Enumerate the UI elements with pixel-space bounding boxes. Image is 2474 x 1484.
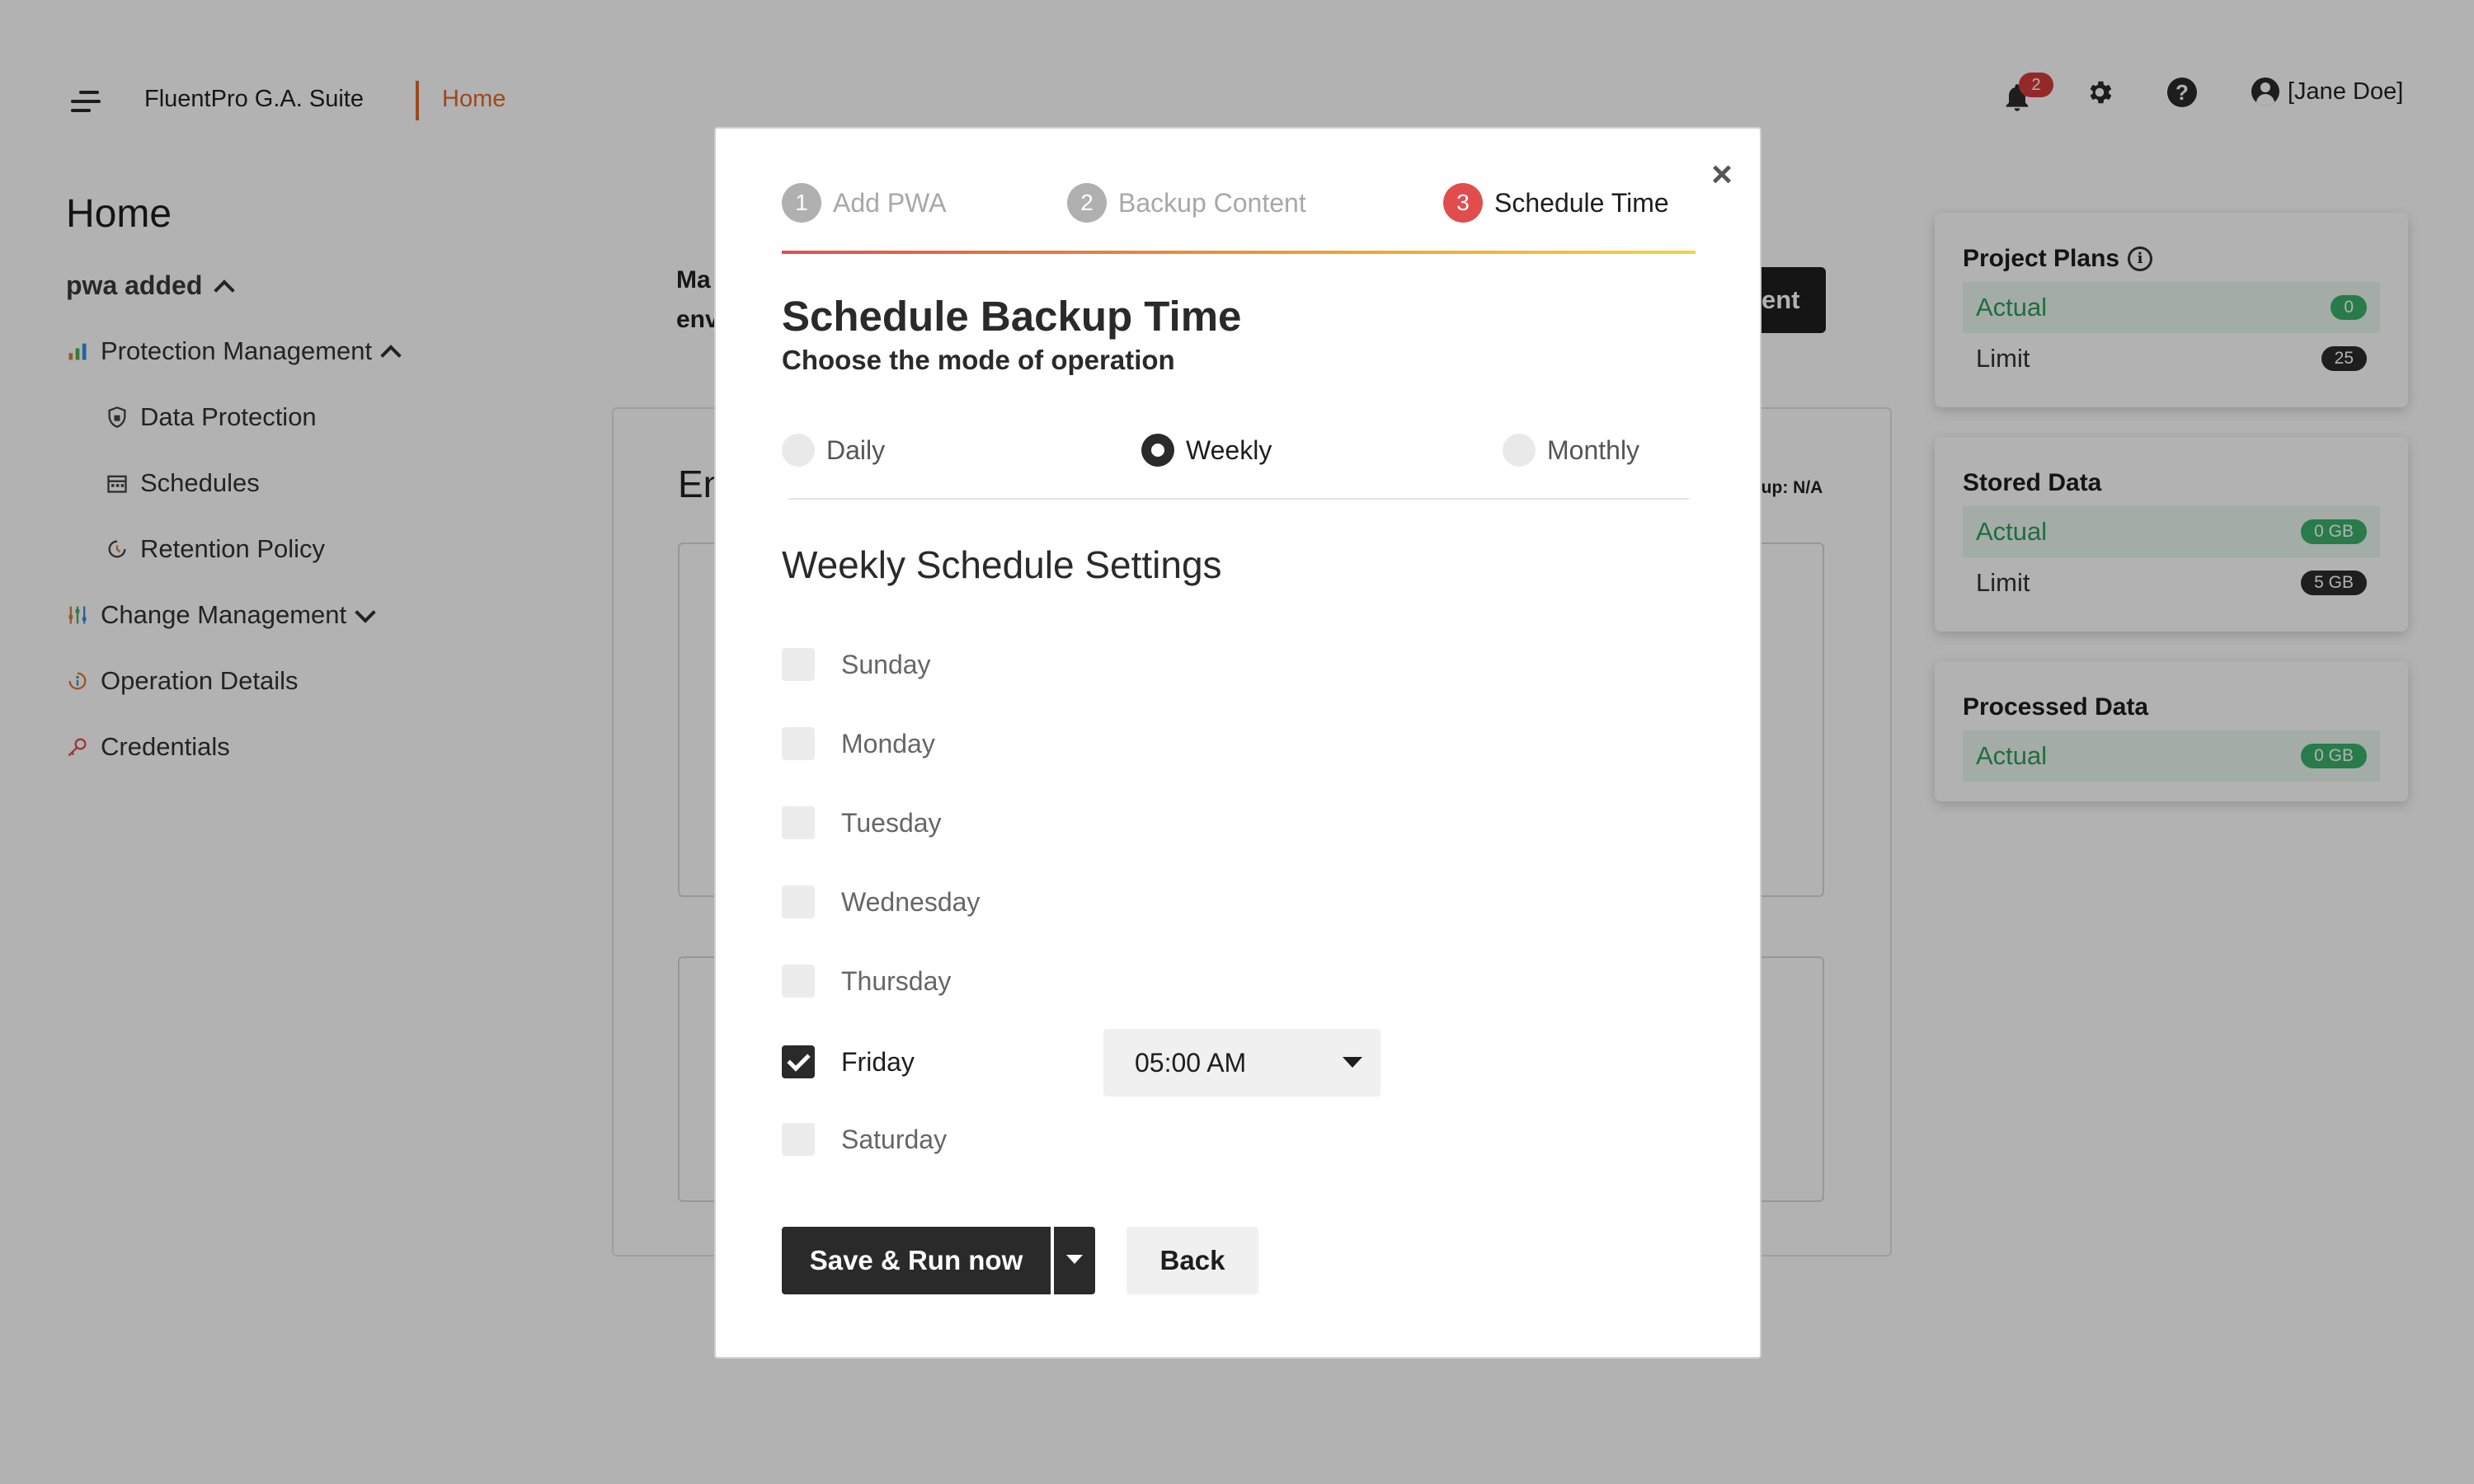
step-label: Schedule Time (1494, 187, 1669, 218)
checkbox[interactable] (782, 648, 815, 681)
day-checkbox-monday[interactable]: Monday (782, 727, 935, 760)
caret-down-icon (1066, 1255, 1083, 1264)
time-select[interactable]: 05:00 AM (1103, 1029, 1380, 1097)
save-run-now-button[interactable]: Save & Run now (782, 1227, 1051, 1294)
day-label: Saturday (841, 1124, 948, 1154)
schedule-backup-modal: × 1 Add PWA 2 Backup Content 3 Schedule … (714, 127, 1761, 1359)
section-title: Weekly Schedule Settings (782, 543, 1222, 586)
close-icon[interactable]: × (1705, 157, 1738, 193)
step-number: 1 (782, 183, 821, 223)
modal-subtitle: Choose the mode of operation (782, 345, 1175, 375)
steps-progress-line (782, 251, 1696, 254)
mode-radio-monthly[interactable]: Monthly (1503, 434, 1639, 467)
caret-down-icon (1343, 1057, 1362, 1068)
radio-button[interactable] (1503, 434, 1536, 467)
day-label: Friday (841, 1046, 915, 1077)
back-button[interactable]: Back (1126, 1227, 1258, 1294)
day-checkbox-wednesday[interactable]: Wednesday (782, 885, 980, 918)
checkbox-checked[interactable] (782, 1045, 815, 1078)
checkbox[interactable] (782, 1123, 815, 1156)
checkbox[interactable] (782, 727, 815, 760)
mode-radio-weekly[interactable]: Weekly (1141, 434, 1272, 467)
wizard-steps: 1 Add PWA 2 Backup Content 3 Schedule Ti… (782, 183, 1696, 254)
day-label: Monday (841, 728, 935, 758)
step-backup-content[interactable]: 2 Backup Content (1067, 183, 1306, 223)
divider (788, 498, 1689, 500)
mode-label: Weekly (1186, 434, 1272, 465)
day-label: Sunday (841, 649, 931, 679)
checkbox[interactable] (782, 806, 815, 839)
day-label: Tuesday (841, 807, 942, 838)
radio-button[interactable] (782, 434, 815, 467)
time-select-value: 05:00 AM (1135, 1048, 1247, 1078)
modal-title: Schedule Backup Time (782, 293, 1242, 340)
step-label: Add PWA (833, 187, 947, 218)
mode-label: Daily (826, 434, 886, 465)
day-checkbox-sunday[interactable]: Sunday (782, 648, 931, 681)
day-label: Thursday (841, 965, 952, 996)
mode-radio-daily[interactable]: Daily (782, 434, 885, 467)
radio-button-selected[interactable] (1141, 434, 1174, 467)
day-checkbox-friday[interactable]: Friday (782, 1045, 915, 1078)
checkbox[interactable] (782, 885, 815, 918)
mode-label: Monthly (1547, 434, 1640, 465)
day-label: Wednesday (841, 886, 981, 917)
step-add-pwa[interactable]: 1 Add PWA (782, 183, 947, 223)
step-number: 2 (1067, 183, 1107, 223)
save-options-dropdown-button[interactable] (1054, 1227, 1095, 1294)
step-label: Backup Content (1118, 187, 1306, 218)
day-checkbox-tuesday[interactable]: Tuesday (782, 806, 942, 839)
checkbox[interactable] (782, 965, 815, 998)
step-schedule-time[interactable]: 3 Schedule Time (1443, 183, 1669, 223)
day-checkbox-saturday[interactable]: Saturday (782, 1123, 947, 1156)
day-checkbox-thursday[interactable]: Thursday (782, 965, 951, 998)
step-number: 3 (1443, 183, 1483, 223)
